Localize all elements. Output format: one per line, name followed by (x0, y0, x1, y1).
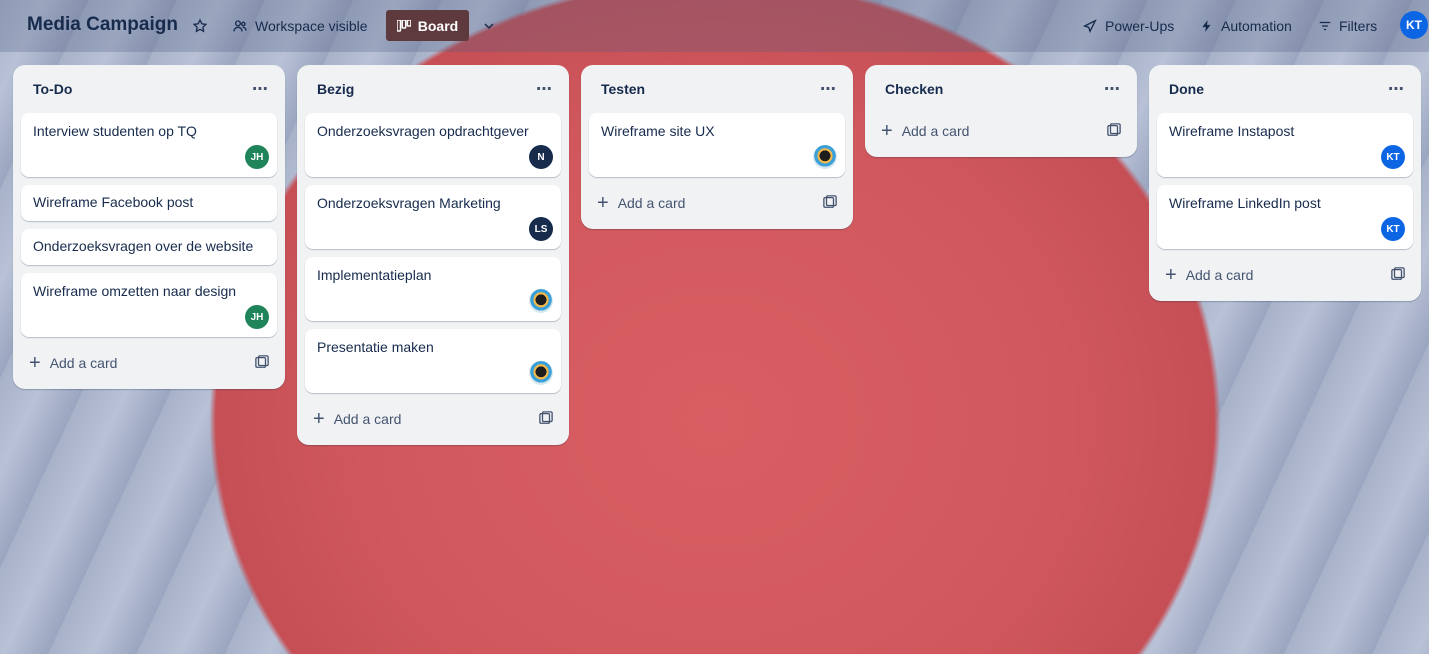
member-photo-avatar[interactable] (813, 145, 837, 169)
plus-icon: + (29, 352, 41, 374)
board-title[interactable]: Media Campaign (27, 14, 178, 36)
add-card-left: + Add a card (29, 353, 117, 373)
card[interactable]: Wireframe site UX (589, 113, 845, 177)
add-card-left: + Add a card (1165, 265, 1253, 285)
add-card-button[interactable]: + Add a card (589, 185, 845, 221)
list-testen: Testen ⋯ Wireframe site UX + Add a card (581, 65, 853, 229)
add-card-button[interactable]: + Add a card (21, 345, 277, 381)
plus-icon: + (313, 408, 325, 430)
list-bezig: Bezig ⋯ Onderzoeksvragen opdrachtgever N Ond… (297, 65, 569, 445)
card[interactable]: Onderzoeksvragen opdrachtgever N (305, 113, 561, 177)
template-icon[interactable] (1391, 266, 1405, 284)
visibility-label: Workspace visible (255, 18, 368, 34)
member-avatar[interactable]: JH (245, 305, 269, 329)
card[interactable]: Presentatie maken (305, 329, 561, 393)
more-icon[interactable]: ⋯ (252, 79, 269, 99)
member-photo-avatar[interactable] (529, 361, 553, 385)
card-title: Implementatieplan (317, 267, 432, 283)
power-ups-button[interactable]: Power-Ups (1074, 11, 1182, 41)
list-title[interactable]: To-Do (33, 81, 72, 97)
board-view-button[interactable]: Board (386, 10, 469, 41)
add-card-left: + Add a card (597, 193, 685, 213)
card[interactable]: Wireframe Facebook post (21, 185, 277, 221)
board-view-label: Board (417, 17, 459, 34)
automation-label: Automation (1221, 18, 1292, 34)
card-title: Wireframe Instapost (1169, 123, 1295, 139)
card-title: Wireframe site UX (601, 123, 715, 139)
add-card-label: Add a card (901, 123, 970, 139)
list-header: Bezig ⋯ (305, 65, 561, 113)
list-title[interactable]: Done (1169, 81, 1204, 97)
card[interactable]: Onderzoeksvragen Marketing LS (305, 185, 561, 249)
card[interactable]: Onderzoeksvragen over de website (21, 229, 277, 265)
more-icon[interactable]: ⋯ (536, 79, 553, 99)
add-card-label: Add a card (1185, 267, 1254, 283)
card-title: Wireframe omzetten naar design (33, 283, 237, 299)
more-icon[interactable]: ⋯ (1104, 79, 1121, 99)
add-card-button[interactable]: + Add a card (1157, 257, 1413, 293)
card-title: Presentatie maken (317, 339, 434, 355)
card[interactable]: Wireframe omzetten naar design JH (21, 273, 277, 337)
add-card-button[interactable]: + Add a card (305, 401, 561, 437)
lightning-icon (1202, 20, 1211, 32)
member-avatar[interactable]: LS (529, 217, 553, 241)
list-title[interactable]: Testen (601, 81, 645, 97)
board-icon (396, 19, 411, 32)
card[interactable]: Wireframe Instapost KT (1157, 113, 1413, 177)
star-icon (192, 18, 208, 33)
list-header: To-Do ⋯ (21, 65, 277, 113)
member-avatar[interactable]: KT (1381, 217, 1405, 241)
chevron-down-icon (484, 23, 494, 30)
list-checken: Checken ⋯ + Add a card (865, 65, 1137, 157)
view-switcher-button[interactable] (476, 13, 502, 39)
star-button[interactable] (187, 13, 213, 39)
template-icon[interactable] (1107, 122, 1121, 140)
board-header: Media Campaign Workspace visible Board P… (0, 0, 1429, 52)
add-card-left: + Add a card (881, 121, 969, 141)
add-card-label: Add a card (617, 195, 686, 211)
automation-button[interactable]: Automation (1192, 11, 1300, 41)
plus-icon: + (881, 120, 893, 142)
card[interactable]: Interview studenten op TQ JH (21, 113, 277, 177)
card-title: Onderzoeksvragen opdrachtgever (317, 123, 529, 139)
rocket-icon (1082, 19, 1097, 34)
card[interactable]: Implementatieplan (305, 257, 561, 321)
list-header: Done ⋯ (1157, 65, 1413, 113)
card[interactable]: Wireframe LinkedIn post KT (1157, 185, 1413, 249)
more-icon[interactable]: ⋯ (1388, 79, 1405, 99)
list-title[interactable]: Checken (885, 81, 943, 97)
member-photo-avatar[interactable] (529, 289, 553, 313)
plus-icon: + (597, 192, 609, 214)
add-card-label: Add a card (49, 355, 118, 371)
add-card-label: Add a card (333, 411, 402, 427)
template-icon[interactable] (255, 354, 269, 372)
list-header: Checken ⋯ (873, 65, 1129, 113)
filters-button[interactable]: Filters (1310, 11, 1385, 41)
member-avatar[interactable]: KT (1381, 145, 1405, 169)
user-avatar[interactable]: KT (1400, 11, 1428, 39)
member-avatar[interactable]: N (529, 145, 553, 169)
add-card-button[interactable]: + Add a card (873, 113, 1129, 149)
plus-icon: + (1165, 264, 1177, 286)
card-title: Wireframe LinkedIn post (1169, 195, 1321, 211)
people-icon (233, 20, 247, 32)
visibility-button[interactable]: Workspace visible (224, 11, 376, 41)
power-ups-label: Power-Ups (1105, 18, 1175, 34)
template-icon[interactable] (539, 410, 553, 428)
filter-icon (1319, 21, 1331, 31)
card-title: Wireframe Facebook post (33, 194, 194, 210)
filters-label: Filters (1339, 18, 1378, 34)
add-card-left: + Add a card (313, 409, 401, 429)
more-icon[interactable]: ⋯ (820, 79, 837, 99)
list-todo: To-Do ⋯ Interview studenten op TQ JH Wirefra… (13, 65, 285, 389)
list-done: Done ⋯ Wireframe Instapost KT Wireframe Link… (1149, 65, 1421, 301)
template-icon[interactable] (823, 194, 837, 212)
list-header: Testen ⋯ (589, 65, 845, 113)
card-title: Onderzoeksvragen Marketing (317, 195, 501, 211)
card-title: Onderzoeksvragen over de website (33, 238, 254, 254)
member-avatar[interactable]: JH (245, 145, 269, 169)
card-title: Interview studenten op TQ (33, 123, 197, 139)
list-title[interactable]: Bezig (317, 81, 354, 97)
